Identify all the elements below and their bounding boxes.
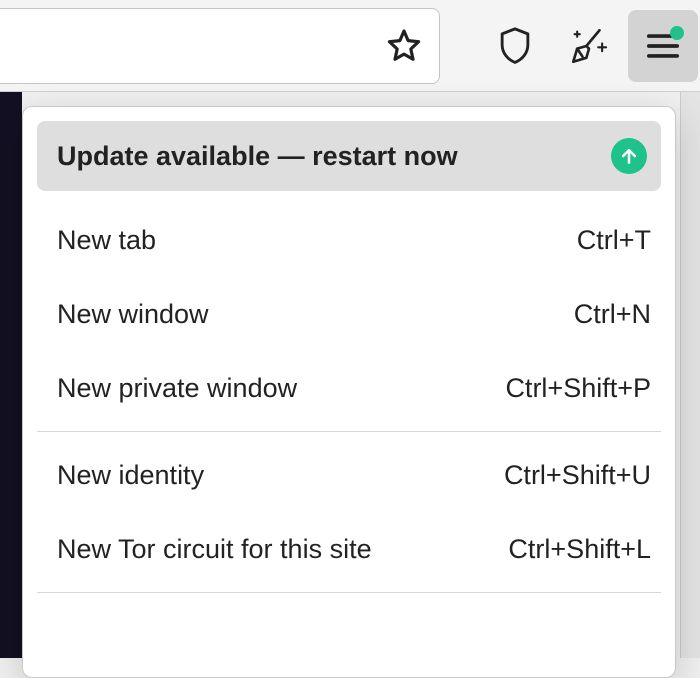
menu-item-shortcut: Ctrl+T — [577, 225, 651, 256]
menu-item-shortcut: Ctrl+Shift+P — [505, 373, 651, 404]
application-menu-popup: Update available — restart now New tab C… — [22, 106, 676, 678]
update-available-banner[interactable]: Update available — restart now — [37, 121, 661, 191]
menu-item-label: New tab — [57, 225, 156, 256]
browser-toolbar — [0, 0, 700, 92]
menu-item-shortcut: Ctrl+Shift+U — [504, 460, 651, 491]
menu-item-label: New private window — [57, 373, 297, 404]
page-content-edge — [0, 92, 22, 658]
shield-button[interactable] — [480, 10, 550, 82]
menu-item-label: New Tor circuit for this site — [57, 534, 372, 565]
menu-separator — [37, 431, 661, 432]
menu-item-new-tor-circuit[interactable]: New Tor circuit for this site Ctrl+Shift… — [23, 512, 675, 586]
menu-item-new-private-window[interactable]: New private window Ctrl+Shift+P — [23, 351, 675, 425]
update-available-label: Update available — restart now — [57, 141, 458, 172]
application-menu-button[interactable] — [628, 10, 698, 82]
menu-item-shortcut: Ctrl+Shift+L — [508, 534, 651, 565]
url-bar[interactable] — [0, 8, 440, 84]
menu-item-label: New window — [57, 299, 209, 330]
vertical-scrollbar[interactable] — [680, 92, 700, 658]
menu-item-label: New identity — [57, 460, 204, 491]
menu-separator — [37, 592, 661, 593]
shield-icon — [497, 26, 533, 66]
menu-item-new-tab[interactable]: New tab Ctrl+T — [23, 203, 675, 277]
bookmark-star-icon[interactable] — [385, 27, 423, 65]
new-identity-broom-button[interactable] — [554, 10, 624, 82]
update-indicator-dot — [670, 26, 684, 40]
broom-sparkle-icon — [568, 25, 610, 67]
menu-item-new-window[interactable]: New window Ctrl+N — [23, 277, 675, 351]
menu-item-shortcut: Ctrl+N — [574, 299, 651, 330]
menu-item-new-identity[interactable]: New identity Ctrl+Shift+U — [23, 438, 675, 512]
update-arrow-icon — [611, 138, 647, 174]
